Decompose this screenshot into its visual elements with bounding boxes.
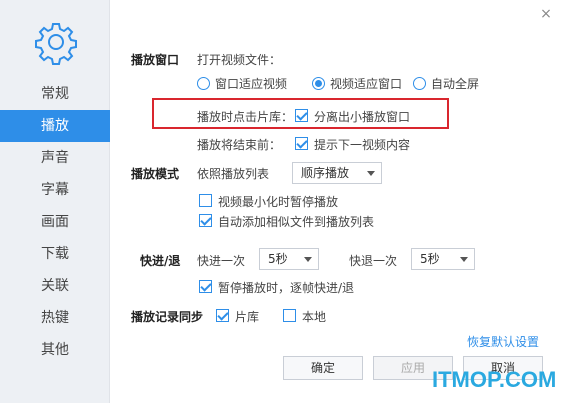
open-file-label: 打开视频文件： [197,53,282,67]
backward-select[interactable]: 5秒 [411,248,475,270]
settings-sidebar: 常规 播放 声音 字幕 画面 下载 关联 热键 其他 [0,0,110,403]
end-label: 播放将结束前： [197,138,282,152]
checkbox-frame-step[interactable] [199,280,212,293]
forward-select[interactable]: 5秒 [259,248,319,270]
checkbox-auto-add-similar[interactable] [199,214,212,227]
radio-auto-fullscreen[interactable] [413,77,426,90]
play-mode-title: 播放模式 [131,167,180,181]
checkbox-frame-step-label: 暂停播放时，逐帧快进/退 [218,281,355,295]
chevron-down-icon [367,171,375,176]
checkbox-sync-library[interactable] [216,309,229,322]
radio-auto-fullscreen-label: 自动全屏 [431,77,480,91]
forward-label: 快进一次 [197,254,246,268]
sidebar-item-picture[interactable]: 画面 [0,206,110,238]
restore-defaults-link[interactable]: 恢复默认设置 [467,333,539,350]
chevron-down-icon [304,257,312,262]
checkbox-detach-mini-window[interactable] [295,109,308,122]
ok-button[interactable]: 确定 [283,356,363,380]
backward-label: 快退一次 [349,254,398,268]
radio-window-fit-video[interactable] [197,77,210,90]
checkbox-auto-add-similar-label: 自动添加相似文件到播放列表 [218,215,375,229]
sidebar-item-association[interactable]: 关联 [0,270,110,302]
radio-video-fit-window-label: 视频适应窗口 [330,77,403,91]
click-library-label: 播放时点击片库： [197,110,294,124]
sidebar-item-playback[interactable]: 播放 [0,110,110,142]
sidebar-item-sound[interactable]: 声音 [0,142,110,174]
close-button[interactable]: × [538,6,554,22]
checkbox-sync-local[interactable] [283,309,296,322]
checkbox-next-video-hint[interactable] [295,137,308,150]
seek-title: 快进/退 [140,254,181,268]
checkbox-pause-minimized[interactable] [199,194,212,207]
backward-value: 5秒 [420,252,440,266]
play-order-select[interactable]: 顺序播放 [292,162,382,184]
history-sync-title: 播放记录同步 [131,310,204,324]
playback-window-title: 播放窗口 [131,53,180,67]
sidebar-item-subtitles[interactable]: 字幕 [0,174,110,206]
sidebar-item-other[interactable]: 其他 [0,334,110,366]
sidebar-item-download[interactable]: 下载 [0,238,110,270]
sidebar-item-hotkeys[interactable]: 热键 [0,302,110,334]
checkbox-detach-mini-window-label: 分离出小播放窗口 [314,110,411,124]
checkbox-sync-library-label: 片库 [235,310,260,324]
gear-icon [32,18,80,66]
radio-video-fit-window[interactable] [312,77,325,90]
checkbox-next-video-hint-label: 提示下一视频内容 [314,138,411,152]
chevron-down-icon [460,257,468,262]
radio-window-fit-video-label: 窗口适应视频 [215,77,288,91]
play-order-value: 顺序播放 [301,166,350,180]
sidebar-item-general[interactable]: 常规 [0,78,110,110]
watermark-text: ITMOP.COM [432,367,557,392]
checkbox-sync-local-label: 本地 [302,310,327,324]
forward-value: 5秒 [268,252,288,266]
checkbox-pause-minimized-label: 视频最小化时暂停播放 [218,195,339,209]
play-order-label: 依照播放列表 [197,167,270,181]
